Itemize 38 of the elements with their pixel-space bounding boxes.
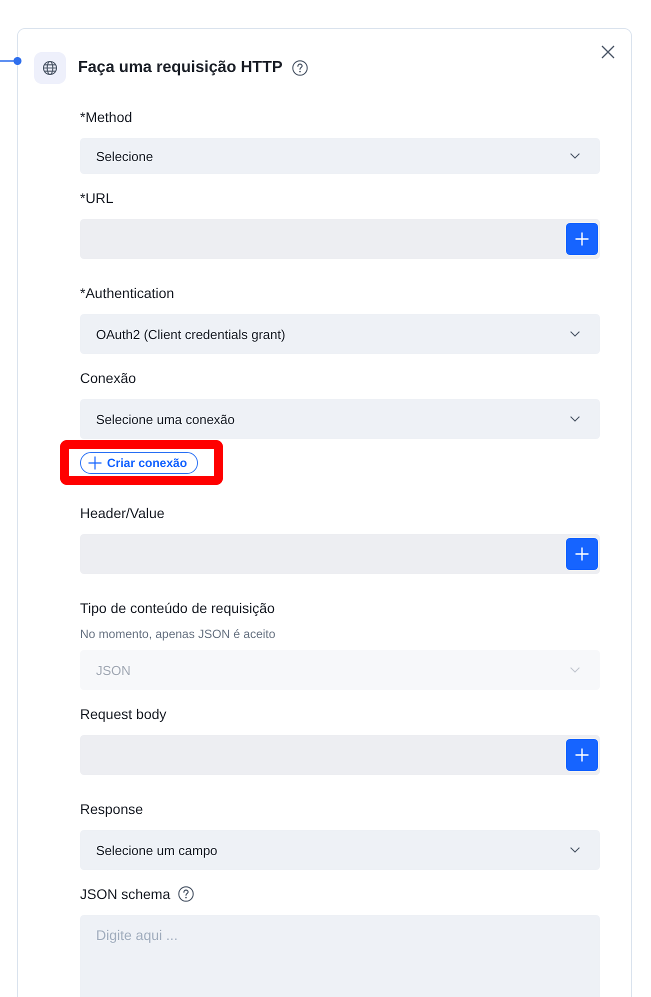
plus-icon xyxy=(575,547,589,561)
input-field[interactable] xyxy=(80,219,600,259)
plus-icon xyxy=(575,232,589,246)
field-label: Conexão xyxy=(80,369,136,388)
field-label: *Method xyxy=(80,108,132,127)
chevron-down-icon xyxy=(570,416,580,422)
field-label: Tipo de conteúdo de requisição xyxy=(80,599,275,618)
chevron-down-icon xyxy=(570,667,580,673)
field-label: *Authentication xyxy=(80,284,174,303)
input-field[interactable] xyxy=(80,534,600,574)
select-field[interactable]: OAuth2 (Client credentials grant) xyxy=(80,314,600,354)
field-label: Response xyxy=(80,800,144,819)
plus-icon xyxy=(88,456,102,470)
connector-line xyxy=(0,57,22,65)
select-field[interactable]: Selecione xyxy=(80,138,600,174)
add-button[interactable] xyxy=(566,223,598,255)
close-icon xyxy=(601,45,615,59)
field-hint: No momento, apenas JSON é aceito xyxy=(80,626,276,642)
add-button[interactable] xyxy=(566,538,598,570)
add-button[interactable] xyxy=(566,739,598,771)
help-icon[interactable] xyxy=(178,886,194,902)
panel-title: Faça uma requisição HTTP xyxy=(78,58,283,78)
field-label: Header/Value xyxy=(80,504,165,523)
field-label: Request body xyxy=(80,705,166,724)
close-button[interactable] xyxy=(600,44,616,60)
help-icon[interactable] xyxy=(292,60,308,76)
chevron-down-icon xyxy=(570,153,580,159)
plus-icon xyxy=(575,748,589,762)
textarea-field[interactable]: Digite aqui ... xyxy=(80,915,600,997)
input-field[interactable] xyxy=(80,735,600,775)
select-field[interactable]: Selecione um campo xyxy=(80,830,600,870)
field-label: *URL xyxy=(80,189,114,208)
select-field[interactable]: Selecione uma conexão xyxy=(80,399,600,439)
globe-icon xyxy=(34,52,66,84)
chevron-down-icon xyxy=(570,847,580,853)
chevron-down-icon xyxy=(570,331,580,337)
field-label: JSON schema xyxy=(80,885,170,904)
create-connection-button[interactable]: Criar conexão xyxy=(80,452,198,474)
